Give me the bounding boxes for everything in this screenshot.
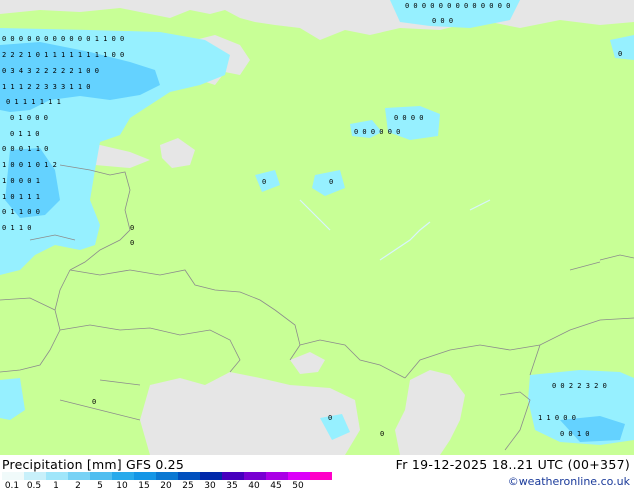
legend-swatch — [244, 472, 266, 480]
single-value: 0 — [380, 430, 384, 438]
single-value: 0 — [328, 414, 332, 422]
grid-row: 0 0 2 2 3 2 0 — [552, 382, 607, 390]
legend-swatch — [2, 472, 24, 480]
valid-datetime: Fr 19-12-2025 18..21 UTC (00+357) — [395, 457, 630, 472]
legend-swatch — [288, 472, 310, 480]
legend-swatch — [112, 472, 134, 480]
grid-row: 0 0 1 0 — [560, 430, 590, 438]
grid-row: 1 1 1 2 2 3 3 3 1 1 0 — [2, 83, 91, 91]
map-title: Precipitation [mm] GFS 0.25 — [2, 457, 184, 472]
legend-swatch — [178, 472, 200, 480]
precipitation-map: 0 0 0 0 0 0 0 0 0 0 0 1 1 0 0 2 2 2 1 0 … — [0, 0, 634, 455]
legend-footer: Precipitation [mm] GFS 0.25 Fr 19-12-202… — [0, 455, 634, 491]
legend-swatch — [90, 472, 112, 480]
grid-row: 1 0 0 1 0 1 2 — [2, 161, 57, 169]
color-scale-bar — [2, 472, 332, 480]
single-value: 0 — [130, 224, 134, 232]
legend-swatch — [24, 472, 46, 480]
legend-swatch — [156, 472, 178, 480]
single-value: 0 — [618, 50, 622, 58]
precip-center-3 — [255, 170, 280, 192]
black-sea — [140, 372, 360, 455]
grid-row: 0 0 0 0 0 0 0 0 0 0 0 1 1 0 0 — [2, 35, 124, 43]
grid-row: 1 1 0 0 0 — [538, 414, 576, 422]
grid-row: 2 2 2 1 0 1 1 1 1 1 1 1 1 0 0 — [2, 51, 124, 59]
credit-link[interactable]: ©weatheronline.co.uk — [508, 475, 630, 488]
single-value: 0 — [92, 398, 96, 406]
legend-swatch — [222, 472, 244, 480]
legend-swatch — [200, 472, 222, 480]
grid-row: 0 0 0 — [432, 17, 453, 25]
grid-row: 0 1 1 0 0 — [2, 208, 40, 216]
grid-row: 0 0 0 0 0 0 0 0 0 0 0 0 0 — [405, 2, 510, 10]
precip-sw-edge — [0, 378, 25, 420]
legend-swatch — [46, 472, 68, 480]
single-value: 0 — [329, 178, 333, 186]
legend-swatch — [310, 472, 332, 480]
grid-row: 0 0 0 0 — [394, 114, 424, 122]
grid-row: 0 1 1 0 — [10, 130, 40, 138]
map-canvas: 0 0 0 0 0 0 0 0 0 0 0 1 1 0 0 2 2 2 1 0 … — [0, 0, 634, 455]
sea-of-azov — [290, 352, 325, 374]
grid-row: 0 1 1 0 — [2, 224, 32, 232]
legend-swatch — [266, 472, 288, 480]
legend-swatch — [134, 472, 156, 480]
grid-row: 0 3 4 3 2 2 2 2 2 1 0 0 — [2, 67, 99, 75]
grid-row: 0 1 0 0 0 — [10, 114, 48, 122]
grid-row: 1 0 1 1 1 — [2, 193, 40, 201]
lake-ladoga — [160, 138, 195, 168]
grid-row: 0 0 0 1 1 0 — [2, 145, 48, 153]
grid-row: 0 0 0 0 0 0 — [354, 128, 400, 136]
legend-swatch — [68, 472, 90, 480]
grid-row: 0 1 1 1 1 1 1 — [6, 98, 61, 106]
caspian-sea — [395, 370, 465, 455]
rivers — [299, 199, 491, 261]
single-value: 0 — [262, 178, 266, 186]
single-value: 0 — [130, 239, 134, 247]
grid-row: 1 0 0 0 1 — [2, 177, 40, 185]
